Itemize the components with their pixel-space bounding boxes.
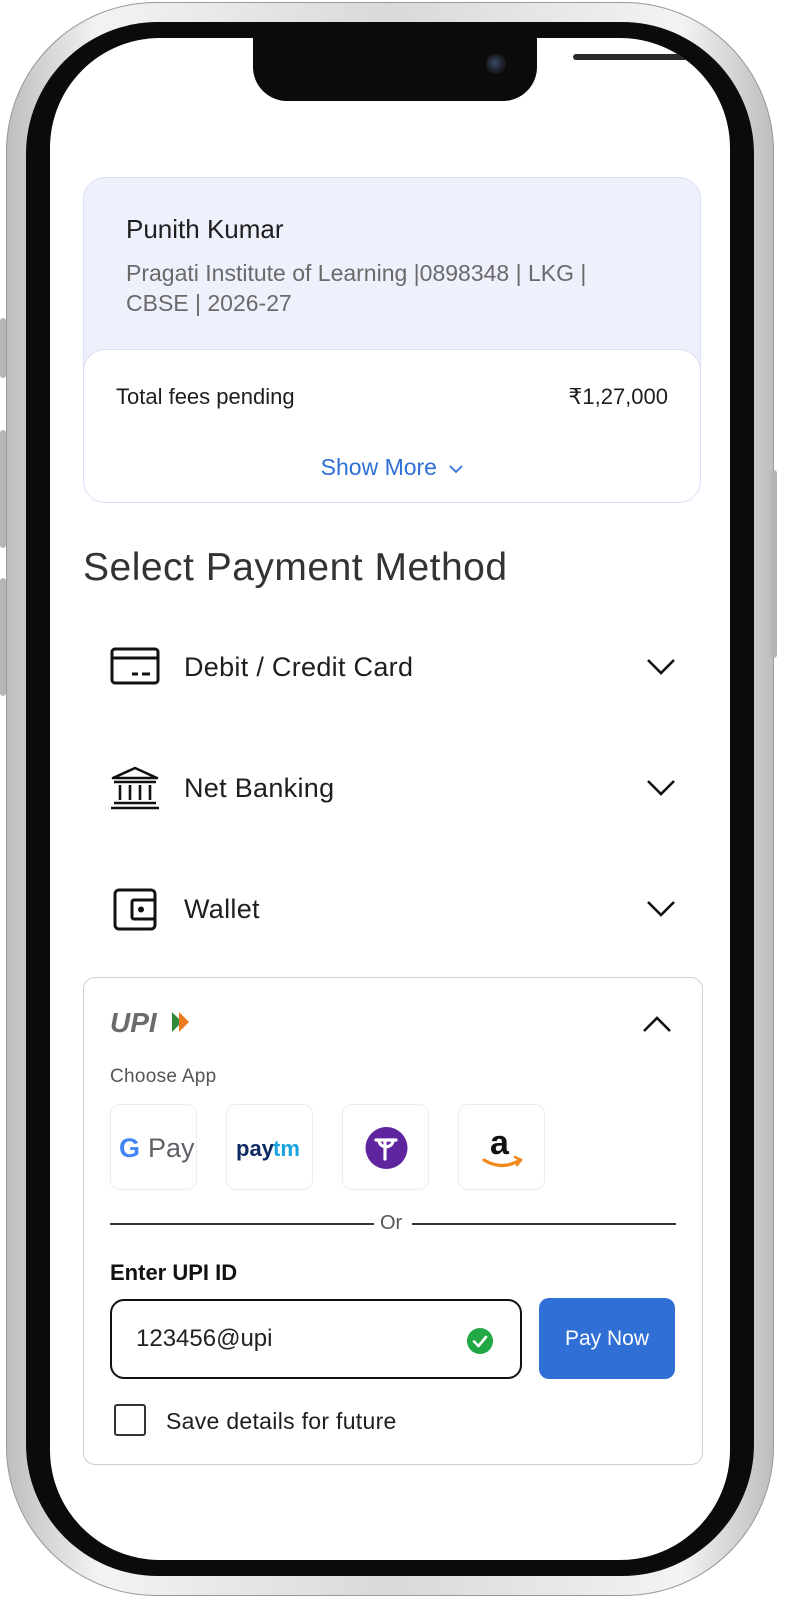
save-details-label: Save details for future	[166, 1408, 397, 1434]
chevron-down-icon	[647, 901, 675, 917]
upi-id-input[interactable]	[136, 1319, 456, 1359]
phonepe-icon	[365, 1127, 408, 1169]
method-debit-credit-card[interactable]: Debit / Credit Card	[110, 638, 676, 698]
upi-panel: UPI Choose App G Pay pay tm a Or Enter U…	[83, 977, 703, 1465]
notch	[253, 38, 725, 101]
fees-pending-amount: ₹1,27,000	[568, 384, 668, 409]
method-label: Debit / Credit Card	[184, 652, 414, 682]
upi-id-field[interactable]	[110, 1299, 522, 1379]
phone-frame: Punith Kumar Pragati Institute of Learni…	[6, 2, 774, 1596]
chevron-down-icon	[647, 659, 675, 675]
amazon-icon: a	[482, 1124, 524, 1168]
front-camera-icon	[486, 54, 506, 74]
method-label: Net Banking	[184, 773, 335, 803]
fee-summary-card: Punith Kumar Pragati Institute of Learni…	[83, 177, 701, 503]
show-more-label: Show More	[320, 454, 437, 480]
svg-text:tm: tm	[273, 1136, 300, 1161]
upi-logo-icon: UPI	[110, 1008, 189, 1036]
gpay-icon: G Pay	[119, 1133, 195, 1163]
save-details-checkbox[interactable]	[114, 1404, 146, 1436]
choose-app-label: Choose App	[110, 1066, 217, 1087]
bank-icon	[111, 766, 159, 810]
check-circle-icon	[467, 1328, 493, 1354]
svg-text:pay: pay	[236, 1136, 275, 1161]
fees-pending-label: Total fees pending	[116, 384, 295, 409]
paytm-app-button[interactable]: pay tm	[226, 1104, 313, 1190]
divider-line	[412, 1223, 676, 1225]
phone-bezel: Punith Kumar Pragati Institute of Learni…	[26, 22, 754, 1576]
chevron-down-icon	[449, 465, 463, 474]
student-name: Punith Kumar	[126, 214, 284, 244]
speaker-grille	[573, 54, 725, 60]
chevron-up-icon[interactable]	[642, 1014, 672, 1034]
method-net-banking[interactable]: Net Banking	[110, 759, 676, 819]
page-title: Select Payment Method	[83, 546, 508, 589]
mute-switch	[0, 318, 6, 378]
method-wallet[interactable]: Wallet	[110, 880, 676, 940]
credit-card-icon	[110, 647, 160, 685]
save-details-checkbox-row[interactable]: Save details for future	[114, 1404, 514, 1438]
pay-now-button[interactable]: Pay Now	[539, 1298, 675, 1379]
svg-text:UPI: UPI	[110, 1008, 158, 1036]
method-label: Wallet	[184, 894, 260, 924]
paytm-icon: pay tm	[236, 1136, 300, 1161]
svg-text:G: G	[119, 1133, 140, 1163]
volume-up-button	[0, 430, 6, 548]
fee-details: Total fees pending ₹1,27,000 Show More	[84, 349, 700, 502]
chevron-down-icon	[647, 780, 675, 796]
volume-down-button	[0, 578, 6, 696]
amazon-pay-app-button[interactable]: a	[458, 1104, 545, 1190]
power-button	[771, 470, 777, 658]
upi-id-label: Enter UPI ID	[110, 1260, 238, 1285]
wallet-icon	[113, 888, 157, 931]
app-screen: Punith Kumar Pragati Institute of Learni…	[50, 38, 730, 1560]
phonepe-app-button[interactable]	[342, 1104, 429, 1190]
svg-text:a: a	[490, 1124, 510, 1162]
student-info: Pragati Institute of Learning |0898348 |…	[126, 260, 587, 316]
divider-line	[110, 1223, 374, 1225]
svg-text:Pay: Pay	[148, 1133, 195, 1163]
show-more-button[interactable]: Show More	[84, 454, 700, 481]
or-divider-text: Or	[380, 1212, 403, 1234]
gpay-app-button[interactable]: G Pay	[110, 1104, 197, 1190]
